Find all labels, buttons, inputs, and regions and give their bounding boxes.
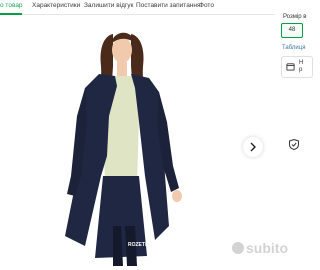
subito-watermark: subito xyxy=(232,240,288,258)
box-icon xyxy=(286,63,295,71)
size-table-link[interactable]: Таблиця xyxy=(282,45,305,51)
tab-characteristics[interactable]: Характеристики xyxy=(32,2,80,9)
chevron-right-icon xyxy=(250,142,256,152)
model-in-coat-image xyxy=(65,32,182,266)
info-line-1: Н xyxy=(299,60,304,66)
info-line-2: р xyxy=(299,67,303,73)
subito-logo-icon xyxy=(232,242,244,254)
size-option-48[interactable]: 48 xyxy=(281,23,303,38)
tab-ask-question[interactable]: Поставити запитання xyxy=(136,2,201,9)
tab-about[interactable]: о товар xyxy=(0,2,23,9)
tab-photo[interactable]: Фото xyxy=(199,2,214,9)
next-image-button[interactable] xyxy=(243,137,263,157)
guarantee-card xyxy=(283,134,313,154)
shield-icon xyxy=(289,139,299,150)
watermark-text: subito xyxy=(246,240,288,256)
tab-leave-review[interactable]: Залишити відгук xyxy=(84,2,133,9)
delivery-info-card[interactable]: Н р xyxy=(281,56,313,78)
product-photo xyxy=(55,26,195,266)
active-tab-indicator xyxy=(0,13,22,15)
product-tabs: о товар Характеристики Залишити відгук П… xyxy=(0,0,275,15)
size-label: Розмір в xyxy=(283,14,307,20)
rozetka-brand-tag: ROZETKA xyxy=(128,242,153,248)
